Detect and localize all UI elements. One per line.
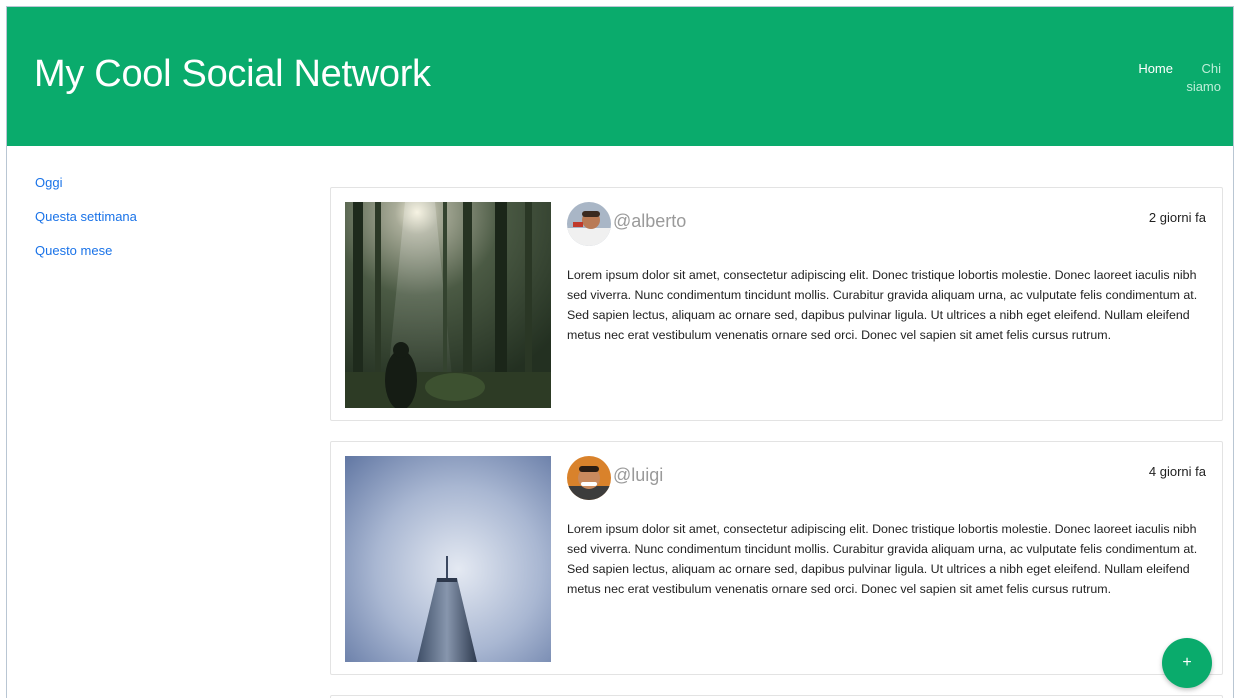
nav-home[interactable]: Home	[1138, 60, 1173, 96]
avatar[interactable]	[567, 202, 611, 246]
brand-title[interactable]: My Cool Social Network	[34, 53, 431, 96]
sidebar: Oggi Questa settimana Questo mese	[35, 175, 137, 277]
post-author: @luigi	[567, 456, 663, 500]
post-timestamp: 2 giorni fa	[1148, 210, 1206, 225]
post-username[interactable]: @luigi	[613, 465, 663, 486]
main-nav: Home Chi siamo	[1138, 60, 1221, 96]
sidebar-item-month[interactable]: Questo mese	[35, 243, 137, 259]
post-image-forest	[345, 202, 551, 408]
post-author: @alberto	[567, 202, 686, 246]
post-image-tower	[345, 456, 551, 662]
add-post-button[interactable]: +	[1162, 638, 1212, 688]
site-header: My Cool Social Network Home Chi siamo	[7, 7, 1233, 146]
sidebar-item-week[interactable]: Questa settimana	[35, 209, 137, 225]
post-timestamp: 4 giorni fa	[1148, 464, 1206, 479]
post-card: @alberto 2 giorni fa Lorem ipsum dolor s…	[330, 187, 1223, 421]
post-body: Lorem ipsum dolor sit amet, consectetur …	[567, 522, 1198, 596]
post-body: Lorem ipsum dolor sit amet, consectetur …	[567, 268, 1198, 342]
sidebar-item-today[interactable]: Oggi	[35, 175, 137, 191]
nav-about[interactable]: Chi siamo	[1181, 60, 1221, 96]
avatar[interactable]	[567, 456, 611, 500]
post-card: @luigi 4 giorni fa Lorem ipsum dolor sit…	[330, 441, 1223, 675]
app-window: My Cool Social Network Home Chi siamo Og…	[6, 6, 1234, 698]
post-username[interactable]: @alberto	[613, 211, 686, 232]
